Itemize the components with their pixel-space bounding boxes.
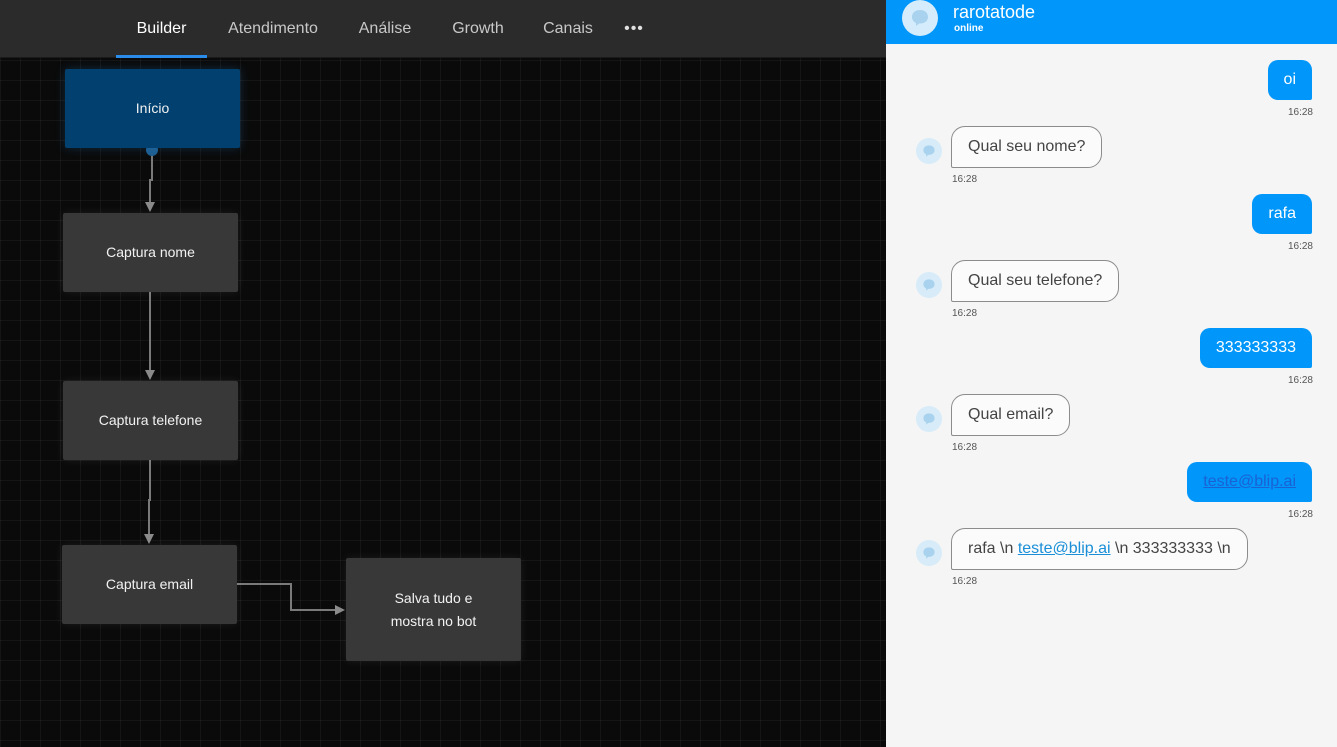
- bot-message-avatar-icon: [916, 540, 942, 566]
- message-user: teste@blip.ai: [1187, 462, 1312, 502]
- message-bot: Qual email?: [951, 394, 1071, 436]
- node-captura-telefone[interactable]: Captura telefone: [63, 381, 238, 460]
- message-time: 16:28: [952, 576, 978, 587]
- bot-name: rarotatode: [953, 2, 1036, 22]
- chat-header: rarotatode online: [886, 0, 1337, 44]
- tab-growth[interactable]: Growth: [442, 0, 514, 58]
- bot-message-avatar-icon: [916, 406, 942, 432]
- summary-text-before: rafa \n: [968, 540, 1018, 557]
- message-user: 333333333: [1199, 328, 1312, 368]
- node-captura-email[interactable]: Captura email: [62, 545, 237, 624]
- node-salva-tudo[interactable]: Salva tudo e mostra no bot: [346, 558, 521, 661]
- node-inicio-label: Início: [135, 100, 170, 116]
- tab-atendimento[interactable]: Atendimento: [218, 0, 328, 58]
- email-link[interactable]: teste@blip.ai: [1203, 473, 1296, 490]
- message-user: rafa: [1252, 194, 1312, 234]
- top-navigation: Builder Atendimento Análise Growth Canai…: [0, 0, 886, 58]
- bot-message-avatar-icon: [916, 138, 942, 164]
- bot-avatar-icon: [902, 0, 938, 36]
- tab-builder[interactable]: Builder: [116, 0, 207, 58]
- node-captura-nome-label: Captura nome: [106, 244, 195, 260]
- more-options-icon[interactable]: •••: [620, 0, 648, 58]
- message-bot: Qual seu telefone?: [951, 260, 1120, 302]
- message-time: 16:28: [952, 442, 978, 453]
- message-time: 16:28: [1287, 375, 1313, 386]
- node-captura-email-label: Captura email: [105, 576, 194, 592]
- message-time: 16:28: [1287, 509, 1313, 520]
- message-user: oi: [1267, 60, 1312, 100]
- chat-test-panel: rarotatode online oi 16:28 Qual seu nome…: [886, 0, 1337, 747]
- message-time: 16:28: [1287, 241, 1313, 252]
- connector-email-salva: [237, 583, 345, 615]
- message-time: 16:28: [952, 174, 978, 185]
- summary-text-after: \n 333333333 \n: [1110, 540, 1231, 557]
- message-time: 16:28: [1287, 107, 1313, 118]
- connector-telefone-email: [144, 460, 154, 544]
- node-captura-nome[interactable]: Captura nome: [63, 213, 238, 292]
- email-link[interactable]: teste@blip.ai: [1018, 540, 1111, 557]
- bot-message-avatar-icon: [916, 272, 942, 298]
- node-salva-tudo-label: Salva tudo e mostra no bot: [390, 589, 477, 629]
- node-captura-telefone-label: Captura telefone: [98, 412, 203, 428]
- tab-canais[interactable]: Canais: [536, 0, 600, 58]
- message-time: 16:28: [952, 308, 978, 319]
- flow-builder-canvas[interactable]: Builder Atendimento Análise Growth Canai…: [0, 0, 886, 747]
- tab-analise[interactable]: Análise: [347, 0, 423, 58]
- message-bot-summary: rafa \n teste@blip.ai \n 333333333 \n: [951, 528, 1248, 570]
- node-inicio[interactable]: Início: [65, 69, 240, 148]
- connector-inicio-nome: [145, 150, 155, 212]
- message-bot: Qual seu nome?: [951, 126, 1103, 168]
- bot-status: online: [954, 23, 984, 34]
